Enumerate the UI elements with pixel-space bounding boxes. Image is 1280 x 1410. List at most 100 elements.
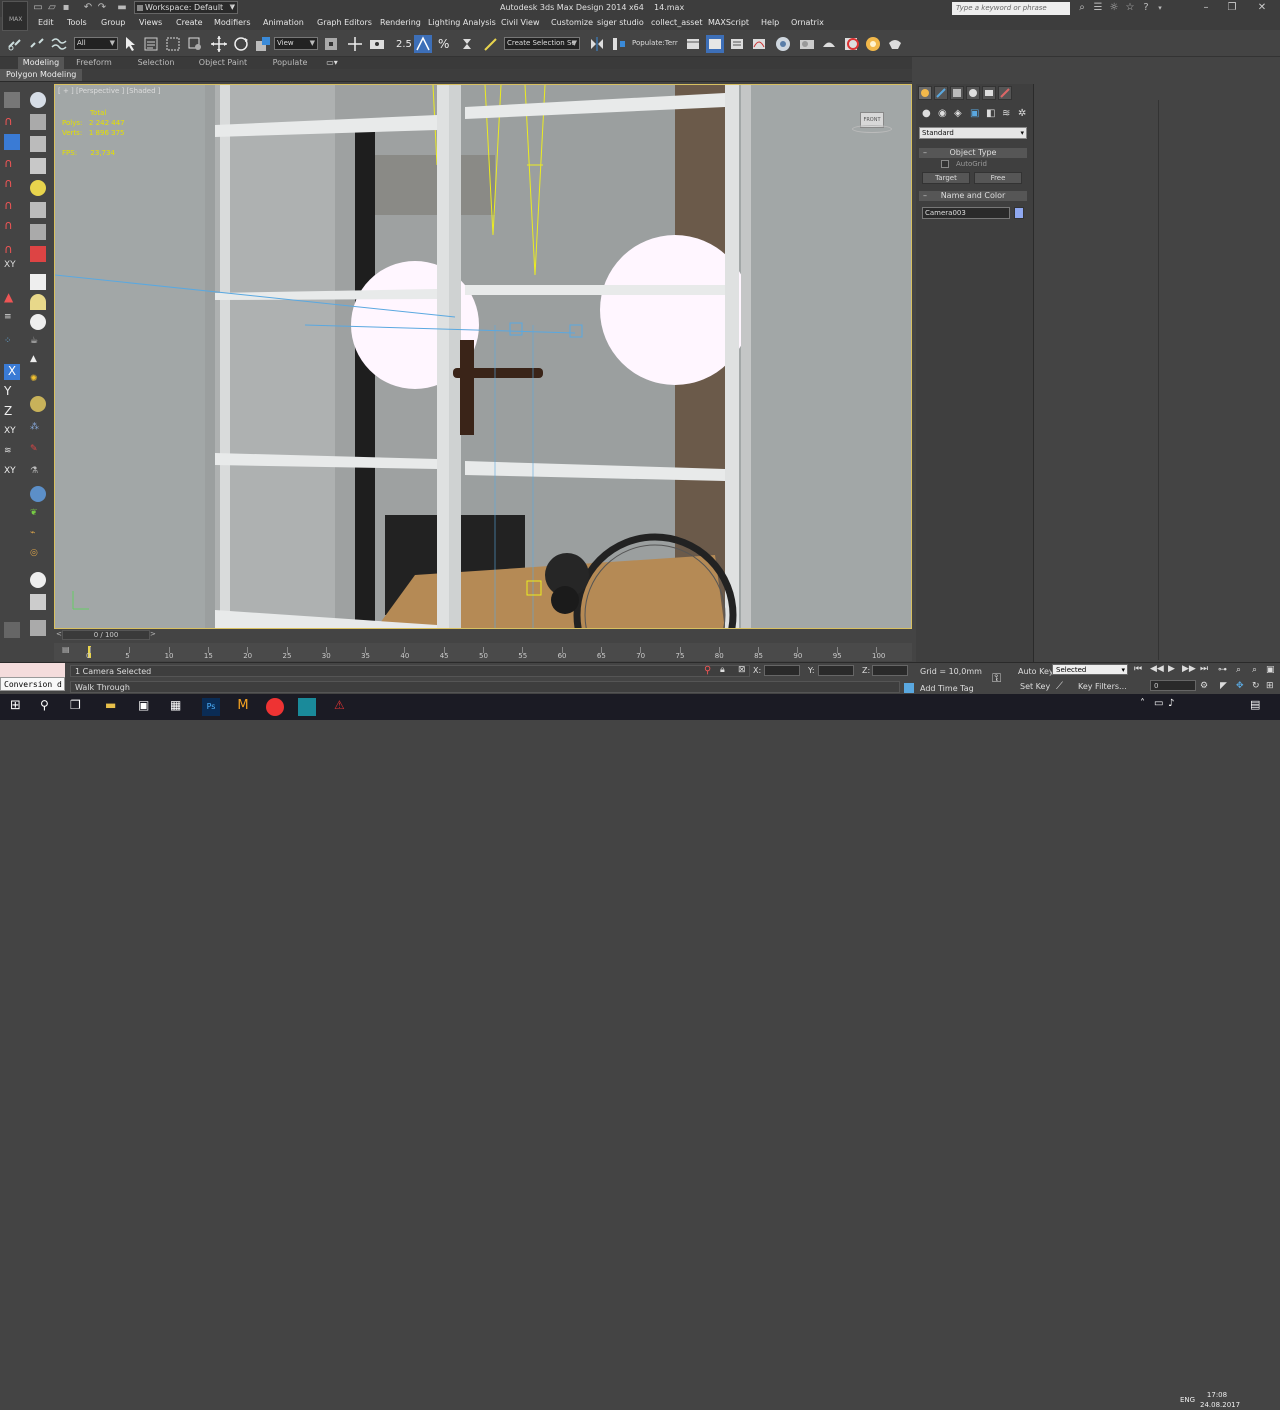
z-coord-input[interactable] xyxy=(872,665,908,676)
render-activeshade-icon[interactable] xyxy=(886,35,904,53)
magnet-icon[interactable]: ∩ xyxy=(4,156,20,172)
menu-collect-asset[interactable]: collect_asset xyxy=(651,18,703,27)
menu-ornatrix[interactable]: Ornatrix xyxy=(791,18,824,27)
undo-icon[interactable]: ↶ xyxy=(82,2,94,14)
object-type-rollout[interactable]: – Object Type xyxy=(919,148,1027,158)
menu-group[interactable]: Group xyxy=(101,18,125,27)
task-view-icon[interactable]: ❐ xyxy=(70,698,88,716)
file-explorer-icon[interactable]: ▬ xyxy=(105,698,123,716)
time-slider[interactable]: 0 / 100 xyxy=(62,630,150,640)
keyboard-shortcut-override-icon[interactable] xyxy=(368,35,386,53)
zoom-extents-icon[interactable]: ▣ xyxy=(1266,665,1275,675)
redo-icon[interactable]: ↷ xyxy=(96,2,108,14)
menu-help[interactable]: Help xyxy=(761,18,779,27)
help-dropdown-icon[interactable]: ▾ xyxy=(1154,2,1166,14)
dynamite-icon[interactable]: ✎ xyxy=(30,444,46,460)
app-logo-button[interactable]: MAX xyxy=(2,1,28,31)
populate-terrain-label[interactable]: Populate:Terr xyxy=(632,39,678,47)
calculator-icon[interactable]: ▦ xyxy=(170,698,188,716)
menu-animation[interactable]: Animation xyxy=(263,18,304,27)
mirror-icon[interactable] xyxy=(588,35,606,53)
field-of-view-icon[interactable]: ◤ xyxy=(1220,681,1227,691)
camera-tool-icon[interactable] xyxy=(30,202,46,218)
track-bar[interactable]: ▤ 0 5 10 15 20 25 30 35 40 45 50 55 60 65 70 75 80 85 90 95… xyxy=(54,643,912,661)
select-and-link-icon[interactable] xyxy=(6,35,24,53)
search-input[interactable]: Type a keyword or phrase xyxy=(952,2,1070,15)
maxscript-output[interactable]: Conversion d xyxy=(0,677,65,691)
store-icon[interactable]: ▣ xyxy=(138,698,156,716)
menu-civil-view[interactable]: Civil View xyxy=(501,18,540,27)
mini-curve-editor-icon[interactable]: ▤ xyxy=(62,645,74,655)
light-bulb-icon[interactable] xyxy=(30,180,46,196)
teapot-icon[interactable]: ☕ xyxy=(30,336,46,352)
select-and-scale-icon[interactable] xyxy=(254,35,272,53)
spacewarps-category-icon[interactable]: ≋ xyxy=(1002,108,1010,119)
magnet-icon[interactable]: ∩ xyxy=(4,198,20,214)
3ds-max-taskbar-icon[interactable] xyxy=(298,698,316,716)
schematic-view-icon[interactable] xyxy=(774,35,792,53)
windows-start-icon[interactable]: ⊞ xyxy=(10,698,28,716)
layer-manager-icon[interactable] xyxy=(706,35,724,53)
render-iterative-icon[interactable] xyxy=(864,35,882,53)
go-to-end-icon[interactable]: ⏭ xyxy=(1200,664,1208,674)
time-configuration-icon[interactable]: ⚙ xyxy=(1200,681,1208,691)
selected-tool-icon[interactable] xyxy=(4,134,20,150)
flask-icon[interactable]: ⚗ xyxy=(30,466,46,482)
play-icon[interactable]: ▶ xyxy=(1168,664,1175,674)
menu-edit[interactable]: Edit xyxy=(38,18,54,27)
systems-category-icon[interactable]: ✲ xyxy=(1018,108,1026,119)
key-mode-toggle-icon[interactable]: ⊶ xyxy=(1218,665,1227,675)
absolute-mode-icon[interactable]: ⊠ xyxy=(738,665,746,675)
chrome-icon[interactable] xyxy=(266,698,284,716)
tab-modeling[interactable]: Modeling xyxy=(18,57,64,69)
xy-plane-constraint-icon[interactable]: XY xyxy=(4,426,20,442)
edit-named-selection-icon[interactable] xyxy=(482,35,500,53)
selection-filter-dropdown[interactable]: All ▼ xyxy=(74,37,118,50)
torus-tool-icon[interactable] xyxy=(30,396,46,412)
move-tool-icon[interactable]: ▲ xyxy=(4,290,20,306)
key-filters-button[interactable]: Key Filters... xyxy=(1078,682,1127,691)
material-editor-icon[interactable] xyxy=(798,35,816,53)
graphite-tool-1-icon[interactable] xyxy=(4,92,20,108)
xy-axis-icon[interactable]: XY xyxy=(4,466,20,482)
brush-icon[interactable]: ⌁ xyxy=(30,528,46,544)
object-tool-icon[interactable] xyxy=(30,246,46,262)
panel-tool-icon[interactable] xyxy=(30,136,46,152)
open-file-icon[interactable]: ▱ xyxy=(46,2,58,14)
communication-icon[interactable]: ☼ xyxy=(1108,2,1120,14)
zoom-icon[interactable]: ⌕ xyxy=(1236,665,1241,675)
curve-editor-icon[interactable] xyxy=(750,35,768,53)
helper-tool-icon[interactable] xyxy=(30,224,46,240)
dome-tool-icon[interactable] xyxy=(30,294,46,310)
toggle-scene-explorer-icon[interactable] xyxy=(684,35,702,53)
time-slider-prev-icon[interactable]: < xyxy=(56,630,62,640)
z-axis-constraint-icon[interactable]: Z xyxy=(4,404,20,420)
scatter-icon[interactable]: ⁘ xyxy=(4,336,20,352)
y-axis-constraint-icon[interactable]: Y xyxy=(4,384,20,400)
reference-coordinate-dropdown[interactable]: View ▼ xyxy=(274,37,318,50)
search-icon[interactable]: ⚲ xyxy=(40,698,58,716)
box-tool-icon[interactable] xyxy=(30,114,46,130)
add-time-tag-button[interactable]: Add Time Tag xyxy=(920,684,974,693)
rectangular-selection-icon[interactable] xyxy=(164,35,182,53)
snaps-toggle-icon[interactable]: 2.5 xyxy=(394,35,412,53)
previous-frame-icon[interactable]: ◀◀ xyxy=(1150,664,1164,674)
tab-object-paint[interactable]: Object Paint xyxy=(196,57,250,69)
calculator-icon[interactable] xyxy=(30,594,46,610)
bind-to-space-warp-icon[interactable] xyxy=(50,35,68,53)
name-and-color-rollout[interactable]: – Name and Color xyxy=(919,191,1027,201)
pivot-center-icon[interactable] xyxy=(322,35,340,53)
acrobat-icon[interactable]: ⚠ xyxy=(334,698,352,716)
go-to-start-icon[interactable]: ⏮ xyxy=(1134,664,1142,674)
named-selection-sets-dropdown[interactable]: Create Selection Se ▼ xyxy=(504,37,580,50)
select-and-move-icon[interactable] xyxy=(210,35,228,53)
lights-category-icon[interactable]: ◈ xyxy=(954,108,962,119)
x-coord-input[interactable] xyxy=(764,665,800,676)
perspective-viewport[interactable] xyxy=(54,84,912,629)
menu-create[interactable]: Create xyxy=(176,18,203,27)
xy-axis-icon[interactable]: XY xyxy=(4,260,20,276)
render-setup-icon[interactable] xyxy=(820,35,838,53)
object-color-swatch[interactable] xyxy=(1014,207,1024,219)
motion-tab-icon[interactable] xyxy=(966,86,980,100)
polygon-modeling-panel-button[interactable]: Polygon Modeling xyxy=(0,69,83,81)
